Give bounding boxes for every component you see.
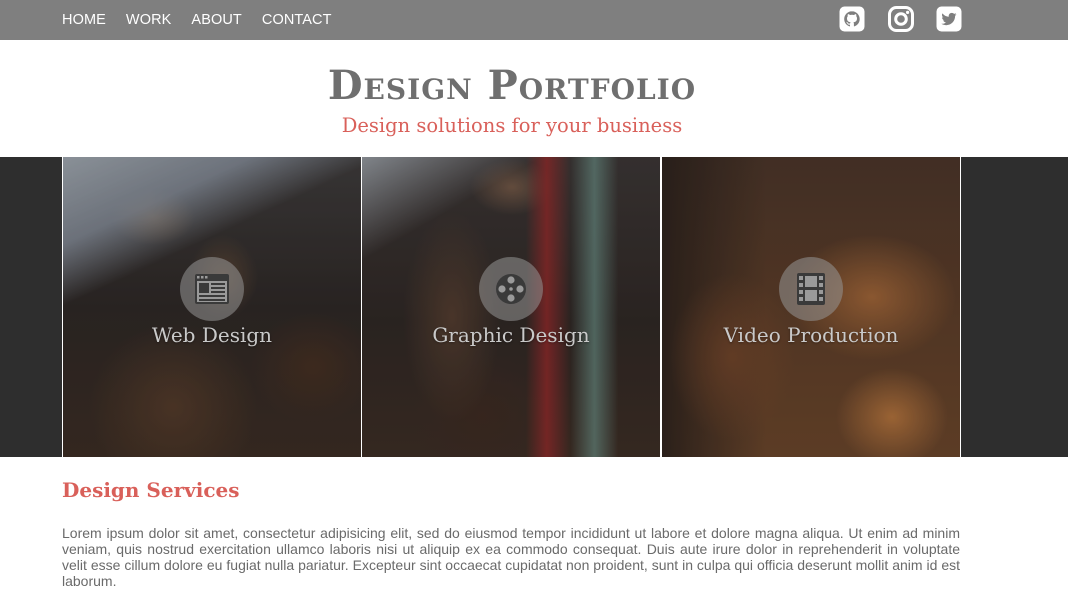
service-card-video-production[interactable]: Video Production [661,157,961,457]
browser-window-icon [180,257,244,321]
services-strip: Web Design Graphic Design Video Producti… [0,157,1068,457]
service-label: Graphic Design [432,323,590,347]
service-label: Web Design [151,323,273,347]
nav-home-link[interactable]: HOME [62,0,106,40]
film-strip-icon [779,257,843,321]
nav-work-link[interactable]: WORK [126,0,172,40]
service-card-web-design[interactable]: Web Design [62,157,362,457]
main-nav: HOME WORK ABOUT CONTACT [62,0,352,40]
site-title: Design Portfolio [327,62,697,109]
nav-contact-link[interactable]: CONTACT [262,0,332,40]
site-subtitle: Design solutions for your business [341,114,683,137]
service-card-graphic-design[interactable]: Graphic Design [361,157,661,457]
section-heading: Design Services [62,478,240,502]
service-label: Video Production [723,323,899,347]
top-nav-bar: HOME WORK ABOUT CONTACT [0,0,1068,40]
nav-about-link[interactable]: ABOUT [191,0,241,40]
film-reel-icon [479,257,543,321]
github-icon[interactable] [839,6,865,34]
section-body-text: Lorem ipsum dolor sit amet, consectetur … [62,525,960,589]
twitter-icon[interactable] [936,6,962,34]
instagram-icon[interactable] [888,6,914,34]
